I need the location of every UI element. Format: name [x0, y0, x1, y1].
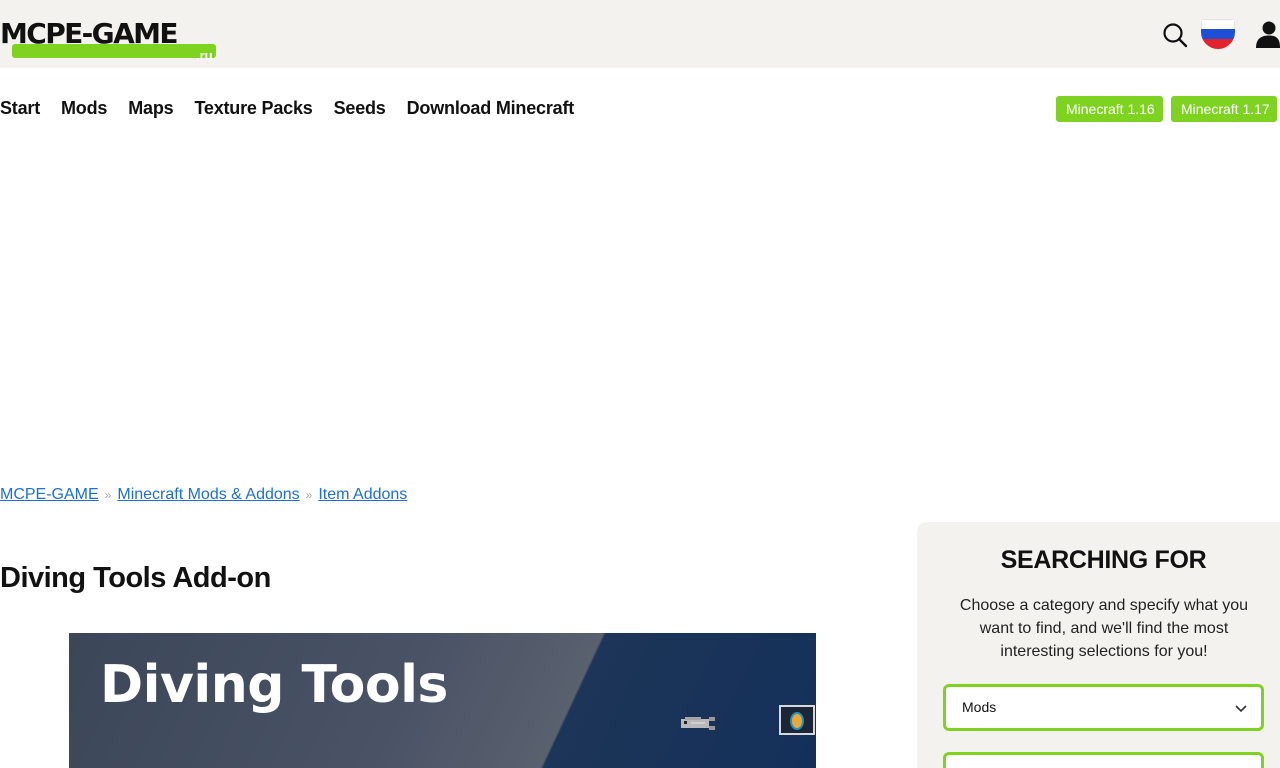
- nav-item-download-minecraft[interactable]: Download Minecraft: [407, 98, 575, 119]
- nav-item-start[interactable]: Start: [0, 98, 40, 119]
- hero-image[interactable]: Diving Tools: [69, 633, 816, 768]
- version-button-1-17[interactable]: Minecraft 1.17: [1171, 96, 1277, 122]
- nav-item-mods[interactable]: Mods: [61, 98, 107, 119]
- chevron-down-icon: [1235, 705, 1247, 713]
- logo-tld: .ru: [196, 48, 213, 63]
- gem-icon: [792, 714, 802, 728]
- search-sidebar: SEARCHING FOR Choose a category and spec…: [917, 522, 1280, 768]
- user-icon[interactable]: [1256, 20, 1280, 48]
- version-button-1-16[interactable]: Minecraft 1.16: [1056, 96, 1163, 122]
- russia-flag-icon[interactable]: [1201, 19, 1235, 49]
- site-header: MCPE-GAME .ru: [0, 0, 1280, 68]
- page-title: Diving Tools Add-on: [0, 562, 271, 594]
- site-logo[interactable]: MCPE-GAME .ru: [0, 17, 216, 63]
- fish-icon: [681, 717, 715, 730]
- item-slot-icon: [779, 705, 815, 735]
- category-select[interactable]: Mods: [943, 684, 1264, 731]
- breadcrumb-mods-addons[interactable]: Minecraft Mods & Addons: [117, 486, 299, 504]
- secondary-select[interactable]: [943, 752, 1264, 768]
- breadcrumb-home[interactable]: MCPE-GAME: [0, 486, 99, 504]
- nav-item-texture-packs[interactable]: Texture Packs: [194, 98, 312, 119]
- breadcrumb-separator: »: [104, 488, 112, 502]
- breadcrumb-separator: »: [305, 488, 313, 502]
- category-select-value: Mods: [962, 699, 997, 715]
- breadcrumb-item-addons[interactable]: Item Addons: [318, 486, 407, 504]
- sidebar-description: Choose a category and specify what you w…: [959, 597, 1249, 660]
- nav-item-maps[interactable]: Maps: [128, 98, 173, 119]
- main-nav: Start Mods Maps Texture Packs Seeds Down…: [0, 94, 574, 122]
- breadcrumb: MCPE-GAME » Minecraft Mods & Addons » It…: [0, 486, 407, 504]
- hero-title: Diving Tools: [100, 655, 448, 715]
- sidebar-heading: SEARCHING FOR: [1000, 546, 1207, 574]
- nav-item-seeds[interactable]: Seeds: [334, 98, 386, 119]
- search-icon[interactable]: [1162, 22, 1188, 48]
- logo-text: MCPE-GAME: [0, 17, 179, 50]
